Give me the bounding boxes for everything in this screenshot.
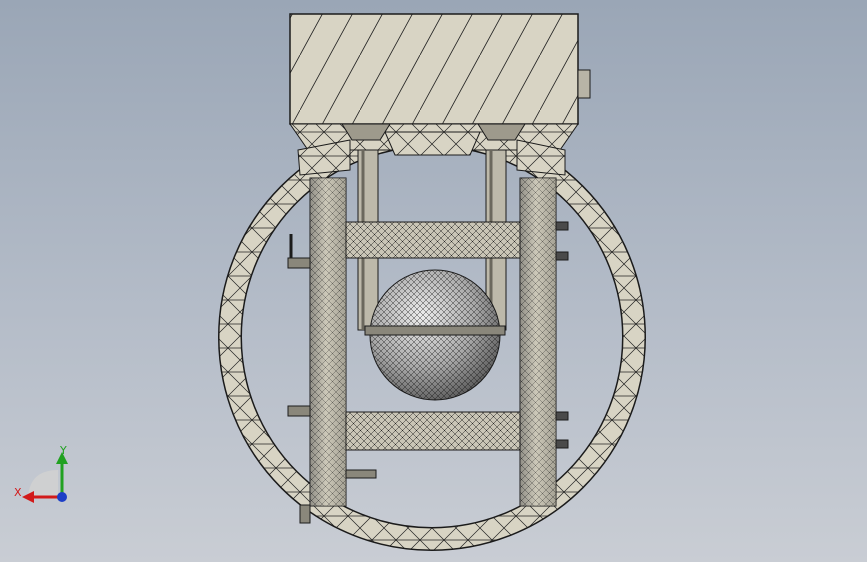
cad-viewport[interactable]: Y X	[0, 0, 867, 562]
x-axis-label: X	[14, 486, 22, 499]
axis-triad: Y X	[14, 444, 68, 503]
z-axis-dot	[57, 492, 67, 502]
y-axis-label: Y	[59, 444, 67, 457]
